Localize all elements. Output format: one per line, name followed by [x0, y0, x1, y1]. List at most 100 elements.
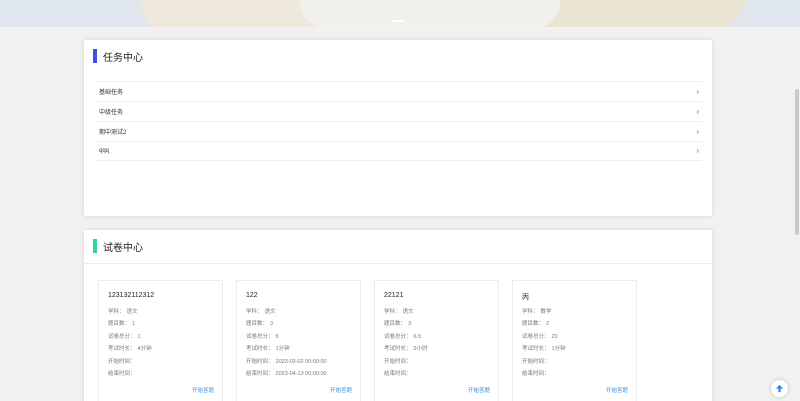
question-count-row: 题目数： 3: [384, 318, 498, 330]
subject-label: 学科：: [384, 309, 401, 315]
question-count-value: 1: [132, 321, 136, 328]
back-to-top-button[interactable]: [771, 380, 788, 397]
paper-name: 122: [246, 292, 258, 299]
task-item-label: qqq: [99, 148, 110, 154]
paper-card: 122 学科： 语文 题目数： 3 试卷总分： 5 考试时长： 1分钟 开始时间： 202…: [236, 280, 361, 401]
end-time-label: 结束时间：: [246, 370, 274, 377]
task-item-label: 期中测试2: [99, 130, 127, 136]
title-accent-bar: [93, 239, 97, 253]
banner-decoration: [300, 0, 560, 27]
end-time-value: 2023-04-13 00:00:00: [275, 370, 327, 377]
total-score-row: 试卷总分： 5: [246, 331, 360, 343]
subject-value: 语文: [402, 309, 414, 315]
duration-value: 5小时: [413, 346, 428, 353]
end-time-row: 结束时间：: [384, 368, 498, 380]
duration-value: 1分钟: [275, 346, 290, 353]
paper-center-panel: 试卷中心 123132112312 学科： 语文 题目数： 1 试卷总分： 1 考试时…: [84, 230, 712, 401]
subject-row: 学科： 语文: [246, 306, 360, 318]
chevron-right-icon: ›: [696, 86, 699, 96]
task-item[interactable]: 基础任务 ›: [96, 81, 702, 101]
subject-value: 数学: [540, 309, 552, 315]
paper-center-header: 试卷中心: [93, 238, 143, 254]
banner-indicator[interactable]: [393, 20, 405, 22]
header-banner: [0, 0, 800, 27]
subject-row: 学科： 语文: [108, 306, 222, 318]
paper-center-title: 试卷中心: [103, 242, 143, 254]
start-time-label: 开始时间：: [384, 358, 412, 365]
start-time-row: 开始时间：: [108, 356, 222, 368]
total-score-value: 20: [551, 333, 558, 340]
start-time-row: 开始时间：: [384, 356, 498, 368]
arrow-up-icon: [775, 384, 784, 393]
task-list: 基础任务 › 中级任务 › 期中测试2 › qqq ›: [96, 81, 702, 161]
total-score-label: 试卷总分：: [246, 333, 274, 340]
duration-label: 考试时长：: [246, 346, 274, 353]
start-exam-button[interactable]: 开始答题: [192, 386, 214, 394]
task-center-title: 任务中心: [103, 52, 143, 64]
total-score-value: 1: [137, 333, 141, 340]
start-time-label: 开始时间：: [108, 358, 136, 365]
divider: [84, 263, 712, 264]
task-item[interactable]: 期中测试2 ›: [96, 121, 702, 141]
subject-label: 学科：: [522, 309, 539, 315]
start-time-row: 开始时间：: [522, 356, 636, 368]
task-center-panel: 任务中心 基础任务 › 中级任务 › 期中测试2 › qqq ›: [84, 40, 712, 216]
duration-row: 考试时长： 1分钟: [246, 343, 360, 355]
subject-label: 学科：: [246, 309, 263, 315]
task-item[interactable]: qqq ›: [96, 141, 702, 161]
question-count-row: 题目数： 1: [108, 318, 222, 330]
question-count-row: 题目数： 3: [246, 318, 360, 330]
start-exam-button[interactable]: 开始答题: [330, 386, 352, 394]
total-score-row: 试卷总分： 20: [522, 331, 636, 343]
duration-row: 考试时长： 1分钟: [522, 343, 636, 355]
duration-label: 考试时长：: [108, 346, 136, 353]
duration-value: 1分钟: [551, 346, 566, 353]
task-item-label: 基础任务: [99, 90, 124, 96]
question-count-value: 2: [546, 321, 550, 328]
start-time-label: 开始时间：: [246, 358, 274, 365]
end-time-row: 结束时间：: [522, 368, 636, 380]
total-score-row: 试卷总分： 1: [108, 331, 222, 343]
start-time-value: 2023-03-02 00:00:00: [275, 358, 327, 365]
start-time-row: 开始时间： 2023-03-02 00:00:00: [246, 356, 360, 368]
duration-value: 4分钟: [137, 346, 152, 353]
paper-card: 22121 学科： 语文 题目数： 3 试卷总分： 6.5 考试时长： 5小时 开始时间…: [374, 280, 499, 401]
paper-card: 123132112312 学科： 语文 题目数： 1 试卷总分： 1 考试时长： 4分钟…: [98, 280, 223, 401]
paper-name: 22121: [384, 292, 404, 299]
duration-label: 考试时长：: [522, 346, 550, 353]
end-time-label: 结束时间：: [384, 370, 412, 377]
end-time-row: 结束时间：: [108, 368, 222, 380]
total-score-value: 5: [275, 333, 279, 340]
start-exam-button[interactable]: 开始答题: [468, 386, 490, 394]
subject-value: 语文: [264, 309, 276, 315]
duration-row: 考试时长： 4分钟: [108, 343, 222, 355]
task-center-header: 任务中心: [93, 48, 143, 64]
scrollbar[interactable]: [794, 27, 800, 401]
paper-card: 丙 学科： 数学 题目数： 2 试卷总分： 20 考试时长： 1分钟 开始时间： 结束时…: [512, 280, 637, 401]
chevron-right-icon: ›: [696, 106, 699, 116]
total-score-row: 试卷总分： 6.5: [384, 331, 498, 343]
end-time-label: 结束时间：: [522, 370, 550, 377]
chevron-right-icon: ›: [696, 146, 699, 155]
question-count-value: 3: [408, 321, 412, 328]
paper-name: 123132112312: [108, 292, 155, 299]
chevron-right-icon: ›: [696, 126, 699, 136]
end-time-row: 结束时间： 2023-04-13 00:00:00: [246, 368, 360, 380]
subject-label: 学科：: [108, 309, 125, 315]
title-accent-bar: [93, 49, 97, 63]
start-time-label: 开始时间：: [522, 358, 550, 365]
paper-name: 丙: [522, 294, 529, 301]
total-score-value: 6.5: [413, 333, 422, 340]
paper-card-list: 123132112312 学科： 语文 题目数： 1 试卷总分： 1 考试时长： 4分钟…: [98, 280, 650, 401]
scrollbar-thumb[interactable]: [795, 89, 799, 235]
task-item-label: 中级任务: [99, 110, 124, 116]
end-time-label: 结束时间：: [108, 370, 136, 377]
subject-row: 学科： 数学: [522, 306, 636, 318]
question-count-value: 3: [270, 321, 274, 328]
question-count-label: 题目数：: [384, 321, 407, 328]
total-score-label: 试卷总分：: [522, 333, 550, 340]
question-count-label: 题目数：: [108, 321, 131, 328]
subject-value: 语文: [126, 309, 138, 315]
task-item[interactable]: 中级任务 ›: [96, 101, 702, 121]
start-exam-button[interactable]: 开始答题: [606, 386, 628, 394]
